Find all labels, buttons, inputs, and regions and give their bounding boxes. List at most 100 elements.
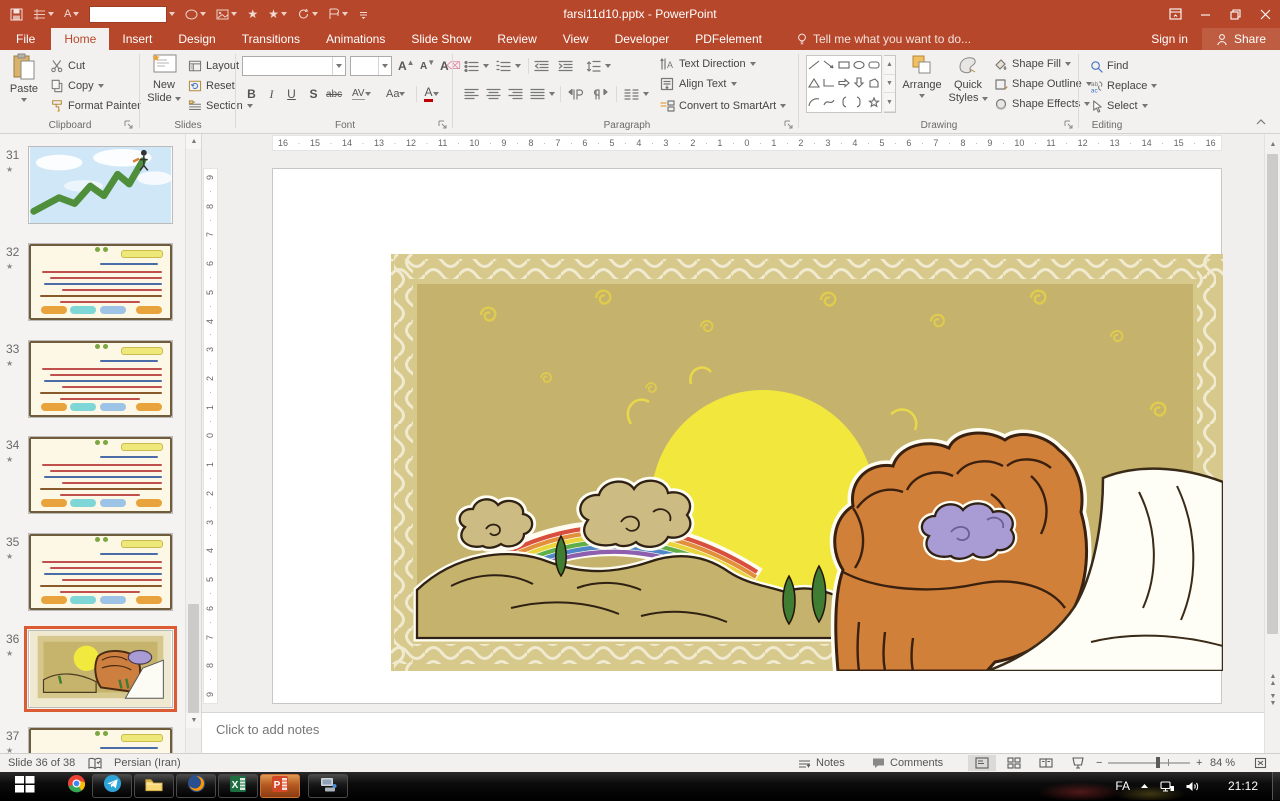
left-brace-shape-icon[interactable] (840, 96, 848, 108)
change-case-button[interactable]: Aa (384, 84, 407, 104)
slide-canvas[interactable] (272, 168, 1222, 704)
right-to-left-button[interactable] (592, 84, 608, 104)
fit-slide-button[interactable] (1248, 755, 1272, 771)
align-center-button[interactable] (486, 84, 501, 104)
slide-thumbnail-36[interactable] (28, 630, 173, 708)
columns-button[interactable] (624, 84, 649, 104)
slide-thumbnail-37[interactable] (28, 727, 173, 753)
network-icon[interactable] (1159, 780, 1175, 793)
tab-developer[interactable]: Developer (602, 28, 683, 50)
tab-transitions[interactable]: Transitions (229, 28, 313, 50)
bullets-button[interactable] (464, 56, 489, 76)
clock-area[interactable]: 21:12 (1228, 772, 1258, 800)
slide-show-button[interactable] (1064, 755, 1092, 771)
notes-panel[interactable]: Click to add notes (202, 712, 1264, 753)
shrink-font-button[interactable]: A▼ (418, 56, 437, 76)
elbow-connector-icon[interactable] (823, 78, 835, 88)
new-slide-button[interactable]: NewSlide (142, 53, 186, 104)
shape-effects-button[interactable]: Shape Effects (994, 94, 1090, 114)
gallery-up-icon[interactable]: ▲ (884, 56, 895, 75)
scroll-up-icon[interactable]: ▲ (1265, 136, 1280, 152)
taskbar-clock[interactable]: 21:12 (1228, 779, 1258, 793)
spell-check-icon[interactable] (88, 754, 102, 772)
taskbar-app-explorer[interactable] (134, 774, 174, 798)
close-button[interactable] (1250, 0, 1280, 28)
pentagon-shape-icon[interactable] (868, 78, 880, 88)
increase-indent-button[interactable] (558, 56, 573, 76)
slide-sorter-view-button[interactable] (1000, 755, 1028, 771)
font-name-input[interactable] (243, 57, 332, 75)
collapse-ribbon-button[interactable] (1252, 115, 1270, 129)
rounded-rect-shape-icon[interactable] (868, 60, 880, 70)
shadow-button[interactable]: S (304, 84, 323, 104)
font-size-input[interactable] (351, 57, 378, 75)
format-painter-button[interactable]: Format Painter (50, 96, 141, 116)
star-shape-icon[interactable] (868, 97, 880, 108)
previous-slide-button[interactable]: ▲▲ (1265, 672, 1280, 688)
tab-review[interactable]: Review (484, 28, 549, 50)
rectangle-shape-icon[interactable] (838, 60, 850, 70)
find-button[interactable]: Find (1090, 56, 1128, 76)
reading-view-button[interactable] (1032, 755, 1060, 771)
tab-slide-show[interactable]: Slide Show (398, 28, 484, 50)
zoom-out-button[interactable]: − (1096, 754, 1102, 772)
comments-toggle[interactable]: Comments (872, 754, 943, 772)
picture-frame-icon[interactable] (216, 9, 237, 20)
character-spacing-button[interactable]: AV (350, 84, 373, 104)
bold-button[interactable]: B (242, 84, 261, 104)
align-left-button[interactable] (464, 84, 479, 104)
paste-button[interactable]: Paste (2, 53, 46, 102)
scroll-up-icon[interactable]: ▲ (186, 134, 202, 149)
main-scroll-thumb[interactable] (1267, 154, 1278, 634)
slide-thumbnail-32[interactable] (28, 243, 173, 321)
select-button[interactable]: Select (1090, 96, 1148, 116)
italic-button[interactable]: I (262, 84, 281, 104)
volume-icon[interactable] (1185, 780, 1200, 793)
thumbnail-scrollbar[interactable]: ▲ ▼ (185, 134, 201, 753)
dialog-launcher-icon[interactable] (784, 120, 794, 130)
minimize-button[interactable] (1190, 0, 1220, 28)
shapes-gallery-scroll[interactable]: ▲▼▼ (884, 55, 896, 113)
taskbar-app-chrome[interactable] (56, 774, 96, 798)
zoom-slider-thumb[interactable] (1156, 757, 1160, 768)
font-size-combo[interactable] (350, 56, 392, 76)
font-color-qat-icon[interactable]: A (64, 8, 79, 20)
show-desktop-button[interactable] (1272, 772, 1280, 800)
thumbnail-scroll-thumb[interactable] (188, 604, 199, 716)
language-indicator[interactable]: Persian (Iran) (114, 754, 181, 772)
slide-thumbnail-35[interactable] (28, 533, 173, 611)
replace-button[interactable]: abac Replace (1090, 76, 1157, 96)
hidden-icons-arrow[interactable] (1140, 783, 1149, 789)
align-text-button[interactable]: Align Text (660, 74, 737, 94)
taskbar-app-powerpoint[interactable]: P (260, 774, 300, 798)
tab-home[interactable]: Home (51, 28, 109, 50)
reset-button[interactable]: Reset (188, 76, 235, 96)
taskbar-app-telegram[interactable] (92, 774, 132, 798)
share-button[interactable]: Share (1202, 28, 1280, 50)
star-dropdown-icon[interactable]: ★ (268, 8, 287, 20)
copy-button[interactable]: Copy (50, 76, 104, 96)
arrow-right-shape-icon[interactable] (838, 78, 850, 88)
quick-styles-button[interactable]: QuickStyles (946, 53, 990, 104)
scroll-down-icon[interactable]: ▼ (186, 713, 202, 728)
slide-thumbnail-33[interactable] (28, 340, 173, 418)
paragraph-marks-icon[interactable] (328, 8, 348, 20)
slide-indicator[interactable]: Slide 36 of 38 (8, 754, 75, 772)
zoom-level[interactable]: 84 % (1210, 754, 1235, 772)
numbering-button[interactable] (496, 56, 521, 76)
tab-animations[interactable]: Animations (313, 28, 398, 50)
ribbon-display-options-button[interactable] (1160, 0, 1190, 28)
align-right-button[interactable] (508, 84, 523, 104)
font-color-button[interactable]: A (422, 84, 441, 104)
right-brace-shape-icon[interactable] (855, 96, 863, 108)
redo-circle-icon[interactable] (297, 8, 318, 20)
taskbar-app-excel[interactable]: X (218, 774, 258, 798)
tab-file[interactable]: File (0, 28, 51, 50)
shape-oval-icon[interactable] (185, 9, 206, 20)
gallery-more-icon[interactable]: ▼ (884, 93, 895, 112)
table-borders-icon[interactable] (33, 8, 54, 21)
normal-view-button[interactable] (968, 755, 996, 771)
arrow-down-shape-icon[interactable] (853, 77, 865, 88)
arrow-shape-icon[interactable] (823, 60, 835, 70)
tab-view[interactable]: View (550, 28, 602, 50)
